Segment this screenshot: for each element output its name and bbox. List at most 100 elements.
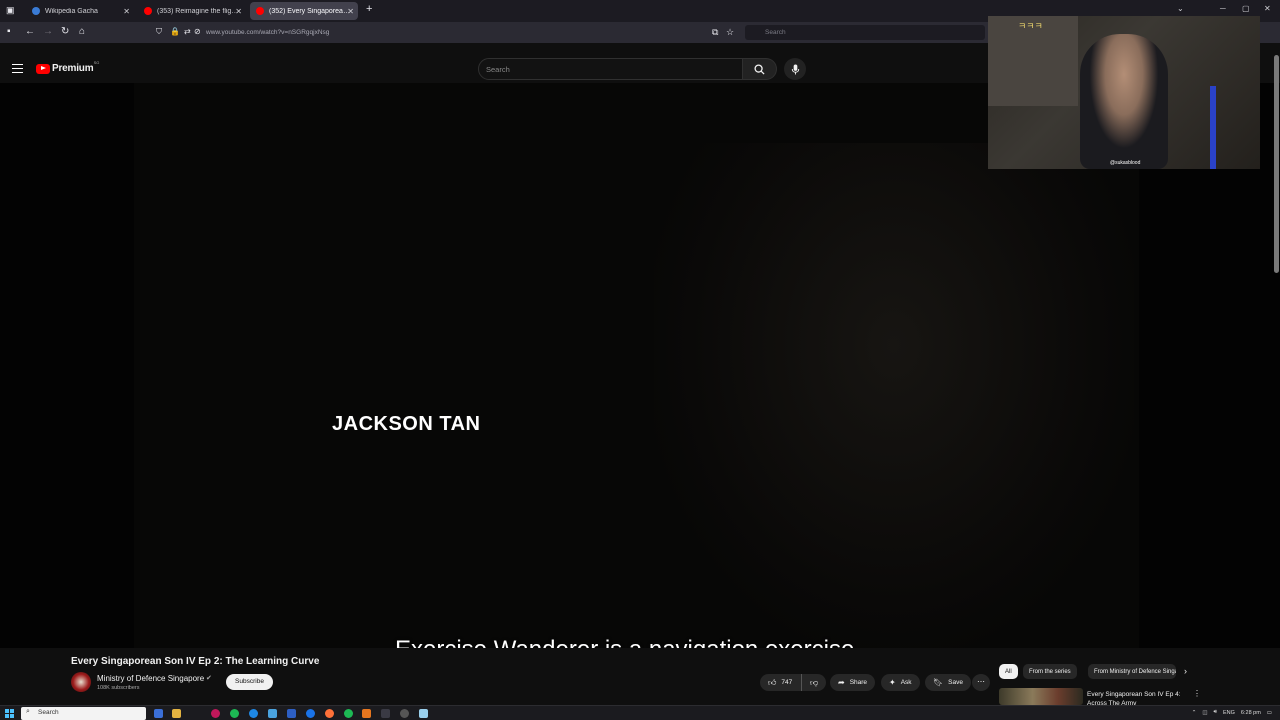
tab-title: Wikipedia Gacha bbox=[45, 7, 98, 15]
video-title: Every Singaporean Son IV Ep 2: The Learn… bbox=[71, 656, 320, 667]
like-count: 747 bbox=[781, 679, 793, 686]
app-icon-orange[interactable] bbox=[362, 709, 371, 718]
like-dislike-group: 👍︎ 747 👎︎ bbox=[760, 674, 826, 691]
app-icon-light[interactable] bbox=[419, 709, 428, 718]
video-subtitle: Exercise Wanderer is a navigation exerci… bbox=[395, 636, 854, 648]
thumbs-down-icon: 👎︎ bbox=[809, 677, 819, 687]
search-icon bbox=[754, 63, 765, 75]
youtube-premium-logo[interactable]: Premium SG bbox=[36, 60, 99, 74]
streamer-figure bbox=[1080, 34, 1168, 169]
app-icon-blue[interactable] bbox=[287, 709, 296, 718]
tray-chevron-icon[interactable]: ⌃ bbox=[1192, 710, 1197, 716]
ask-button[interactable]: ✦ Ask bbox=[881, 674, 920, 691]
more-actions-button[interactable]: ⋯ bbox=[972, 674, 990, 691]
language-indicator[interactable]: ENG bbox=[1223, 710, 1235, 716]
media-autoplay-icon[interactable]: ⊘ bbox=[194, 26, 201, 38]
subscribe-button[interactable]: Subscribe bbox=[226, 674, 273, 690]
webcam-overlay: ㅋㅋㅋ @sukasblood bbox=[988, 16, 1260, 169]
scrollbar-thumb[interactable] bbox=[1274, 55, 1279, 273]
new-tab-button[interactable]: + bbox=[366, 3, 372, 15]
volume-icon[interactable]: 🔊︎ bbox=[1214, 709, 1217, 716]
notifications-icon[interactable]: ▭ bbox=[1267, 710, 1272, 716]
tab-title: (352) Every Singaporean So... bbox=[269, 7, 352, 15]
close-window-icon[interactable]: ✕ bbox=[1264, 4, 1271, 13]
channel-name[interactable]: Ministry of Defence Singapore bbox=[97, 674, 204, 683]
network-icon[interactable]: ◫ bbox=[1202, 710, 1207, 716]
windows-start-icon[interactable] bbox=[5, 709, 14, 718]
tab-title: (353) Reimagine the flight - YouTube bbox=[157, 7, 240, 15]
share-arrow-icon: ➦ bbox=[838, 678, 845, 687]
spotify-icon[interactable] bbox=[344, 709, 353, 718]
close-tab-icon[interactable]: ✕ bbox=[123, 7, 130, 16]
home-icon[interactable]: ⌂ bbox=[79, 26, 85, 38]
clock[interactable]: 6:28 pm bbox=[1241, 710, 1261, 716]
logo-region: SG bbox=[93, 60, 100, 65]
sparkle-icon: ✦ bbox=[889, 678, 896, 687]
windows-taskbar: ⌕ Search ⌃ ◫ 🔊︎ ENG 6:28 pm ▭ bbox=[0, 705, 1280, 720]
browser-search-placeholder: Search bbox=[765, 29, 786, 36]
back-arrow-icon[interactable]: ← bbox=[25, 26, 35, 38]
subscriber-count: 108K subscribers bbox=[97, 685, 140, 691]
permissions-icon[interactable]: ⇄ bbox=[184, 26, 191, 38]
chip-all[interactable]: All bbox=[999, 664, 1018, 679]
dislike-button[interactable]: 👎︎ bbox=[802, 678, 826, 688]
browser-search-input[interactable]: Search bbox=[745, 25, 985, 40]
taskbar-search-input[interactable]: ⌕ Search bbox=[21, 707, 146, 720]
voice-search-button[interactable] bbox=[784, 58, 806, 80]
share-button[interactable]: ➦ Share bbox=[830, 674, 876, 691]
bookmark-icon: 🔖︎ bbox=[933, 678, 944, 687]
chrome-icon[interactable] bbox=[306, 709, 315, 718]
youtube-favicon-icon bbox=[144, 7, 152, 15]
tab-wikipedia-gacha[interactable]: Wikipedia Gacha ✕ bbox=[26, 2, 134, 20]
task-view-icon[interactable] bbox=[154, 709, 163, 718]
url-text: www.youtube.com/watch?v=nSGRgqjxNsg bbox=[206, 29, 330, 36]
forward-arrow-icon[interactable]: → bbox=[43, 26, 53, 38]
close-tab-icon[interactable]: ✕ bbox=[347, 7, 354, 16]
app-icon-teal[interactable] bbox=[249, 709, 258, 718]
maximize-window-icon[interactable]: ▢ bbox=[1242, 4, 1250, 13]
close-tab-icon[interactable]: ✕ bbox=[235, 7, 242, 16]
bookmark-star-icon[interactable]: ☆ bbox=[726, 26, 734, 38]
youtube-play-icon bbox=[36, 63, 50, 74]
file-explorer-icon[interactable] bbox=[172, 709, 181, 718]
app-icon-clock[interactable] bbox=[400, 709, 409, 718]
tab-list-chevron-icon[interactable]: ⌄ bbox=[1177, 4, 1184, 13]
like-button[interactable]: 👍︎ 747 bbox=[760, 674, 802, 691]
reload-icon[interactable]: ↻ bbox=[61, 26, 69, 38]
minimize-window-icon[interactable]: ─ bbox=[1220, 4, 1226, 13]
save-button[interactable]: 🔖︎ Save bbox=[925, 674, 971, 691]
shield-icon[interactable]: ⛉ bbox=[156, 26, 162, 38]
recommendation-menu-icon[interactable]: ⋮ bbox=[1193, 689, 1201, 698]
search-icon: ⌕ bbox=[26, 708, 30, 715]
app-icon-check[interactable] bbox=[268, 709, 277, 718]
mic-arm bbox=[1210, 86, 1216, 169]
page-scrollbar[interactable] bbox=[1272, 55, 1280, 285]
sidebar-toggle-icon[interactable]: ▣ bbox=[6, 4, 15, 16]
url-bar[interactable]: ⛉ 🔒 ⇄ ⊘ www.youtube.com/watch?v=nSGRgqjx… bbox=[150, 24, 740, 41]
streamer-handle: @sukasblood bbox=[1110, 160, 1141, 166]
video-name-caption: JACKSON TAN bbox=[332, 413, 481, 435]
share-label: Share bbox=[849, 679, 868, 686]
tab-reimagine-flight[interactable]: (353) Reimagine the flight - YouTube ✕ bbox=[138, 2, 246, 20]
search-button[interactable] bbox=[743, 58, 777, 80]
menu-icon[interactable] bbox=[12, 64, 23, 73]
sidebar-panel-icon[interactable]: ▪ bbox=[7, 26, 11, 38]
chip-from-series[interactable]: From the series bbox=[1023, 664, 1077, 679]
translate-icon[interactable]: ⧉ bbox=[712, 26, 718, 38]
firefox-icon[interactable] bbox=[325, 709, 334, 718]
chevron-right-icon[interactable]: › bbox=[1184, 666, 1187, 676]
more-dots-icon: ⋯ bbox=[977, 677, 985, 686]
youtube-search-input[interactable]: Search bbox=[478, 58, 743, 80]
webcam-sign: ㅋㅋㅋ bbox=[1018, 21, 1043, 31]
thumbs-up-icon: 👍︎ bbox=[768, 677, 777, 687]
tab-every-singaporean-son[interactable]: (352) Every Singaporean So... ✕ bbox=[250, 2, 358, 20]
lock-icon[interactable]: 🔒 bbox=[170, 26, 180, 38]
app-icon-green[interactable] bbox=[230, 709, 239, 718]
app-icon-red[interactable] bbox=[211, 709, 220, 718]
app-icon-dark[interactable] bbox=[381, 709, 390, 718]
channel-avatar[interactable] bbox=[71, 672, 91, 692]
chip-from-ministry[interactable]: From Ministry of Defence Singapore bbox=[1088, 664, 1176, 679]
recommendation-thumbnail[interactable] bbox=[999, 688, 1083, 705]
ask-label: Ask bbox=[900, 679, 912, 686]
video-figure bbox=[654, 143, 1134, 648]
